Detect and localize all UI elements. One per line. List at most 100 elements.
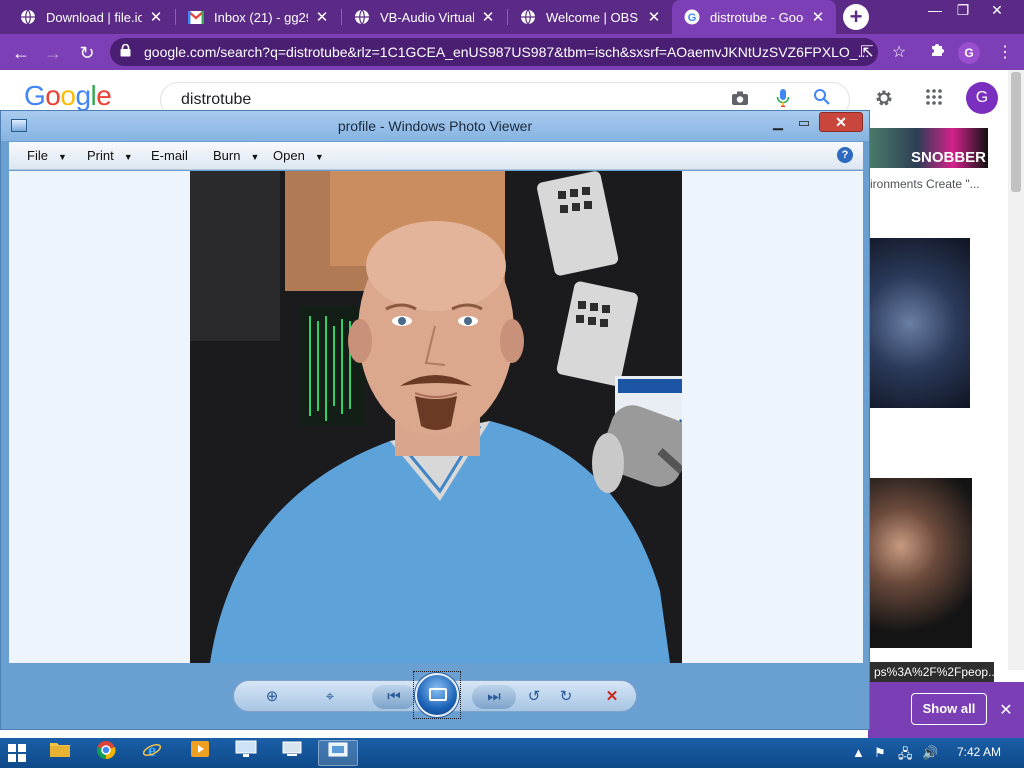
- remote-desktop-icon[interactable]: [226, 740, 266, 766]
- media-player-icon[interactable]: [180, 740, 220, 766]
- microphone-icon[interactable]: [771, 88, 795, 112]
- menu-label: Burn: [213, 148, 241, 163]
- menu-file[interactable]: File ▼: [27, 148, 67, 163]
- tab-distrotube-google[interactable]: G distrotube - Googl ✕: [672, 0, 836, 34]
- show-hidden-icons-icon[interactable]: ▲: [852, 745, 865, 760]
- new-tab-button[interactable]: +: [843, 4, 869, 30]
- profile-photo: ARCH: [190, 171, 682, 663]
- menu-label: Print: [87, 148, 114, 163]
- google-account-avatar[interactable]: G: [966, 82, 998, 114]
- minimize-icon[interactable]: ▁: [765, 113, 791, 133]
- internet-explorer-icon[interactable]: e: [132, 740, 172, 766]
- flag-icon[interactable]: ⚑: [874, 745, 886, 761]
- tab-title: Download | file.io: [46, 9, 142, 25]
- delete-icon[interactable]: ✕: [600, 685, 624, 709]
- menu-print[interactable]: Print ▼: [87, 148, 133, 163]
- actual-size-icon[interactable]: ⌖: [318, 685, 342, 709]
- share-icon[interactable]: ⇱: [856, 42, 878, 64]
- tab-vb-audio[interactable]: VB-Audio Virtual A ✕: [342, 0, 506, 34]
- google-icon: G: [684, 9, 700, 25]
- menu-open[interactable]: Open ▼: [273, 148, 324, 163]
- restore-icon[interactable]: ❐: [946, 0, 980, 20]
- svg-text:e: e: [148, 740, 156, 760]
- page-scrollbar[interactable]: [1008, 70, 1024, 670]
- portrait-image: ARCH: [190, 171, 682, 663]
- settings-gear-icon[interactable]: [872, 88, 896, 112]
- close-tab-icon[interactable]: ✕: [314, 8, 330, 26]
- globe-icon: [520, 9, 536, 25]
- result-thumbnail[interactable]: [870, 478, 972, 648]
- menu-label: File: [27, 148, 48, 163]
- result-thumbnail[interactable]: SNOBBER: [870, 128, 988, 168]
- tab-title: distrotube - Googl: [710, 9, 804, 25]
- tab-gmail-inbox[interactable]: Inbox (21) - gg298 ✕: [176, 0, 340, 34]
- window-title: profile - Windows Photo Viewer: [337, 118, 533, 134]
- maximize-icon[interactable]: ▭: [791, 113, 817, 133]
- menu-label: Open: [273, 148, 305, 163]
- chrome-icon[interactable]: [86, 740, 126, 766]
- windows-taskbar: e ▲ ⚑ 🖧 🔊 7:42 AM: [0, 738, 1024, 768]
- profile-avatar[interactable]: G: [958, 42, 980, 64]
- close-icon[interactable]: ✕: [998, 700, 1014, 720]
- photo-viewer-window: profile - Windows Photo Viewer ▁ ▭ ✕ Fil…: [0, 110, 870, 730]
- zoom-icon[interactable]: ⊕: [260, 685, 284, 709]
- photo-viewer-titlebar[interactable]: profile - Windows Photo Viewer ▁ ▭ ✕: [1, 111, 869, 141]
- bookmark-star-icon[interactable]: ☆: [888, 42, 910, 64]
- result-caption[interactable]: ironments Create "...: [870, 177, 980, 191]
- file-explorer-icon[interactable]: [40, 740, 80, 766]
- chevron-down-icon: ▼: [314, 152, 324, 162]
- rotate-counterclockwise-icon[interactable]: ↺: [522, 685, 546, 709]
- chevron-down-icon: ▼: [250, 152, 260, 162]
- start-windows-icon[interactable]: [8, 744, 26, 762]
- previous-icon[interactable]: ⏮: [372, 685, 416, 709]
- chevron-down-icon: ▼: [123, 152, 133, 162]
- close-tab-icon[interactable]: ✕: [148, 8, 164, 26]
- photo-viewer-icon[interactable]: [318, 740, 358, 766]
- address-bar[interactable]: google.com/search?q=distrotube&rlz=1C1GC…: [110, 38, 878, 66]
- camera-search-icon[interactable]: [728, 88, 752, 112]
- address-url: google.com/search?q=distrotube&rlz=1C1GC…: [144, 44, 870, 60]
- svg-text:G: G: [688, 12, 697, 24]
- globe-icon: [20, 9, 36, 25]
- tab-welcome-obs[interactable]: Welcome | OBS ✕: [508, 0, 672, 34]
- network-status-icon[interactable]: 🖧: [898, 745, 913, 767]
- network-icon[interactable]: [272, 740, 312, 766]
- menu-burn[interactable]: Burn ▼: [213, 148, 259, 163]
- slideshow-icon: [429, 688, 447, 701]
- volume-icon[interactable]: 🔊: [922, 745, 938, 761]
- menu-label: E-mail: [151, 148, 188, 163]
- close-window-icon[interactable]: ✕: [980, 0, 1014, 20]
- close-tab-icon[interactable]: ✕: [480, 8, 496, 26]
- photo-canvas: ARCH: [9, 171, 863, 663]
- link-url-tooltip: ps%3A%2F%2Fpeop...: [870, 662, 994, 682]
- tab-title: Inbox (21) - gg298: [214, 9, 308, 25]
- play-slideshow-button[interactable]: [415, 673, 459, 717]
- reload-icon[interactable]: ↻: [76, 42, 98, 64]
- rotate-clockwise-icon[interactable]: ↻: [554, 685, 578, 709]
- globe-icon: [354, 9, 370, 25]
- result-thumbnail[interactable]: [870, 238, 970, 408]
- next-icon[interactable]: ⏭: [472, 685, 516, 709]
- apps-grid-icon[interactable]: [922, 88, 946, 112]
- search-query: distrotube: [181, 91, 252, 108]
- menu-email[interactable]: E-mail: [151, 148, 188, 163]
- tab-download-file-io[interactable]: Download | file.io ✕: [8, 0, 174, 34]
- browser-tab-strip: Download | file.io ✕ Inbox (21) - gg298 …: [0, 0, 1024, 34]
- tab-title: Welcome | OBS: [546, 9, 638, 25]
- google-logo[interactable]: Google: [24, 80, 112, 112]
- show-all-button[interactable]: Show all: [911, 693, 987, 725]
- chevron-down-icon: ▼: [57, 152, 67, 162]
- scrollbar-thumb[interactable]: [1011, 72, 1021, 192]
- browser-toolbar: ← → ↻ google.com/search?q=distrotube&rlz…: [0, 34, 1024, 70]
- close-tab-icon[interactable]: ✕: [646, 8, 662, 26]
- thumbnail-text: SNOBBER: [910, 149, 986, 166]
- close-window-button[interactable]: ✕: [819, 112, 863, 132]
- close-tab-icon[interactable]: ✕: [810, 8, 826, 26]
- extensions-puzzle-icon[interactable]: [926, 42, 948, 64]
- search-icon[interactable]: [810, 88, 834, 112]
- back-arrow-icon[interactable]: ←: [10, 42, 32, 64]
- more-menu-icon[interactable]: ⋮: [994, 42, 1016, 64]
- forward-arrow-icon[interactable]: →: [42, 42, 64, 64]
- taskbar-clock[interactable]: 7:42 AM: [957, 745, 1001, 759]
- help-icon[interactable]: ?: [837, 147, 853, 163]
